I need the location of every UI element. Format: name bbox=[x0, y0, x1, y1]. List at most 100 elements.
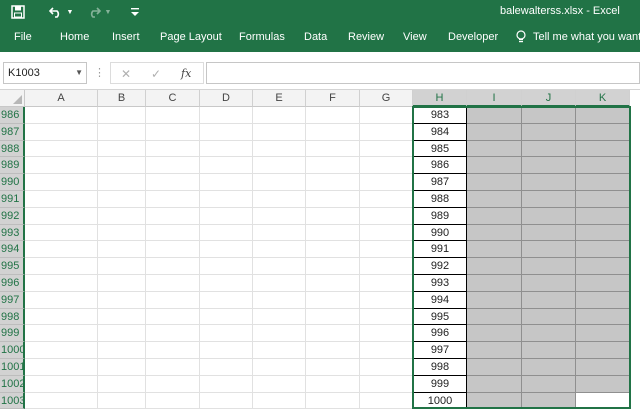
cell-e993[interactable] bbox=[253, 224, 306, 242]
cell-e998[interactable] bbox=[253, 308, 306, 326]
cell-c1003[interactable] bbox=[146, 392, 200, 410]
cell-j1001[interactable] bbox=[522, 359, 576, 376]
cell-i1001[interactable] bbox=[467, 359, 522, 376]
column-header-a[interactable]: A bbox=[25, 90, 98, 107]
row-header[interactable]: 992 bbox=[0, 207, 25, 225]
cell-k997[interactable] bbox=[576, 291, 630, 309]
column-header-j[interactable]: J bbox=[522, 90, 576, 107]
cell-i993[interactable] bbox=[467, 224, 522, 242]
cell-g1003[interactable] bbox=[360, 392, 413, 410]
column-header-i[interactable]: I bbox=[467, 90, 522, 107]
row-header[interactable]: 989 bbox=[0, 157, 25, 175]
cell-c1002[interactable] bbox=[146, 375, 200, 393]
cell-a1003[interactable] bbox=[25, 392, 98, 410]
cell-f987[interactable] bbox=[306, 123, 360, 141]
cell-k1003[interactable] bbox=[576, 392, 630, 410]
cell-f1000[interactable] bbox=[306, 342, 360, 359]
cell-h992[interactable]: 989 bbox=[413, 207, 467, 225]
cell-g997[interactable] bbox=[360, 291, 413, 309]
cell-b997[interactable] bbox=[98, 291, 146, 309]
undo-dropdown-icon[interactable]: ▼ bbox=[66, 4, 74, 20]
row-header[interactable]: 987 bbox=[0, 123, 25, 141]
cell-h996[interactable]: 993 bbox=[413, 275, 467, 292]
cell-a999[interactable] bbox=[25, 325, 98, 343]
cell-b1003[interactable] bbox=[98, 392, 146, 410]
cell-j994[interactable] bbox=[522, 241, 576, 259]
cell-h988[interactable]: 985 bbox=[413, 140, 467, 158]
cell-a995[interactable] bbox=[25, 258, 98, 275]
column-header-k[interactable]: K bbox=[576, 90, 630, 107]
insert-function-icon[interactable]: fx bbox=[181, 67, 191, 80]
row-header[interactable]: 996 bbox=[0, 275, 25, 292]
cell-h1002[interactable]: 999 bbox=[413, 375, 467, 393]
cell-j997[interactable] bbox=[522, 291, 576, 309]
cell-j995[interactable] bbox=[522, 258, 576, 275]
cell-d997[interactable] bbox=[200, 291, 253, 309]
cell-c991[interactable] bbox=[146, 191, 200, 208]
cell-e997[interactable] bbox=[253, 291, 306, 309]
tab-developer[interactable]: Developer bbox=[448, 31, 498, 43]
cell-j987[interactable] bbox=[522, 123, 576, 141]
cell-g998[interactable] bbox=[360, 308, 413, 326]
column-header-d[interactable]: D bbox=[200, 90, 253, 107]
cell-i989[interactable] bbox=[467, 157, 522, 175]
cell-d995[interactable] bbox=[200, 258, 253, 275]
row-header[interactable]: 994 bbox=[0, 241, 25, 259]
cell-g990[interactable] bbox=[360, 174, 413, 191]
cell-a988[interactable] bbox=[25, 140, 98, 158]
cell-a991[interactable] bbox=[25, 191, 98, 208]
row-header[interactable]: 1001 bbox=[0, 359, 25, 376]
cell-c996[interactable] bbox=[146, 275, 200, 292]
cell-f999[interactable] bbox=[306, 325, 360, 343]
cell-k1002[interactable] bbox=[576, 375, 630, 393]
cell-e991[interactable] bbox=[253, 191, 306, 208]
cell-d1001[interactable] bbox=[200, 359, 253, 376]
cell-e987[interactable] bbox=[253, 123, 306, 141]
cell-j990[interactable] bbox=[522, 174, 576, 191]
cell-e1003[interactable] bbox=[253, 392, 306, 410]
redo-icon[interactable] bbox=[86, 4, 102, 20]
cell-d1003[interactable] bbox=[200, 392, 253, 410]
cell-k1000[interactable] bbox=[576, 342, 630, 359]
cell-k990[interactable] bbox=[576, 174, 630, 191]
cell-b986[interactable] bbox=[98, 107, 146, 124]
formula-input[interactable] bbox=[206, 62, 640, 84]
cell-j1000[interactable] bbox=[522, 342, 576, 359]
cell-k986[interactable] bbox=[576, 107, 630, 124]
cell-h994[interactable]: 991 bbox=[413, 241, 467, 259]
cell-b999[interactable] bbox=[98, 325, 146, 343]
tab-home[interactable]: Home bbox=[60, 31, 89, 43]
cell-e996[interactable] bbox=[253, 275, 306, 292]
cell-h991[interactable]: 988 bbox=[413, 191, 467, 208]
cell-i999[interactable] bbox=[467, 325, 522, 343]
cell-h990[interactable]: 987 bbox=[413, 174, 467, 191]
cell-a1002[interactable] bbox=[25, 375, 98, 393]
confirm-icon[interactable]: ✓ bbox=[151, 67, 161, 81]
cell-j1003[interactable] bbox=[522, 392, 576, 410]
cell-c1000[interactable] bbox=[146, 342, 200, 359]
cell-d998[interactable] bbox=[200, 308, 253, 326]
cell-f991[interactable] bbox=[306, 191, 360, 208]
cell-b990[interactable] bbox=[98, 174, 146, 191]
cell-i1000[interactable] bbox=[467, 342, 522, 359]
cancel-icon[interactable]: ✕ bbox=[121, 67, 131, 81]
cell-g994[interactable] bbox=[360, 241, 413, 259]
cell-k999[interactable] bbox=[576, 325, 630, 343]
cell-j1002[interactable] bbox=[522, 375, 576, 393]
row-header[interactable]: 995 bbox=[0, 258, 25, 275]
cell-i986[interactable] bbox=[467, 107, 522, 124]
cell-g991[interactable] bbox=[360, 191, 413, 208]
cell-h987[interactable]: 984 bbox=[413, 123, 467, 141]
cell-f993[interactable] bbox=[306, 224, 360, 242]
cell-i1002[interactable] bbox=[467, 375, 522, 393]
cell-i988[interactable] bbox=[467, 140, 522, 158]
cell-d989[interactable] bbox=[200, 157, 253, 175]
cell-d999[interactable] bbox=[200, 325, 253, 343]
cell-i994[interactable] bbox=[467, 241, 522, 259]
tab-view[interactable]: View bbox=[403, 31, 427, 43]
cell-k995[interactable] bbox=[576, 258, 630, 275]
cell-k994[interactable] bbox=[576, 241, 630, 259]
row-header[interactable]: 991 bbox=[0, 191, 25, 208]
cell-d996[interactable] bbox=[200, 275, 253, 292]
tab-page-layout[interactable]: Page Layout bbox=[160, 31, 222, 43]
